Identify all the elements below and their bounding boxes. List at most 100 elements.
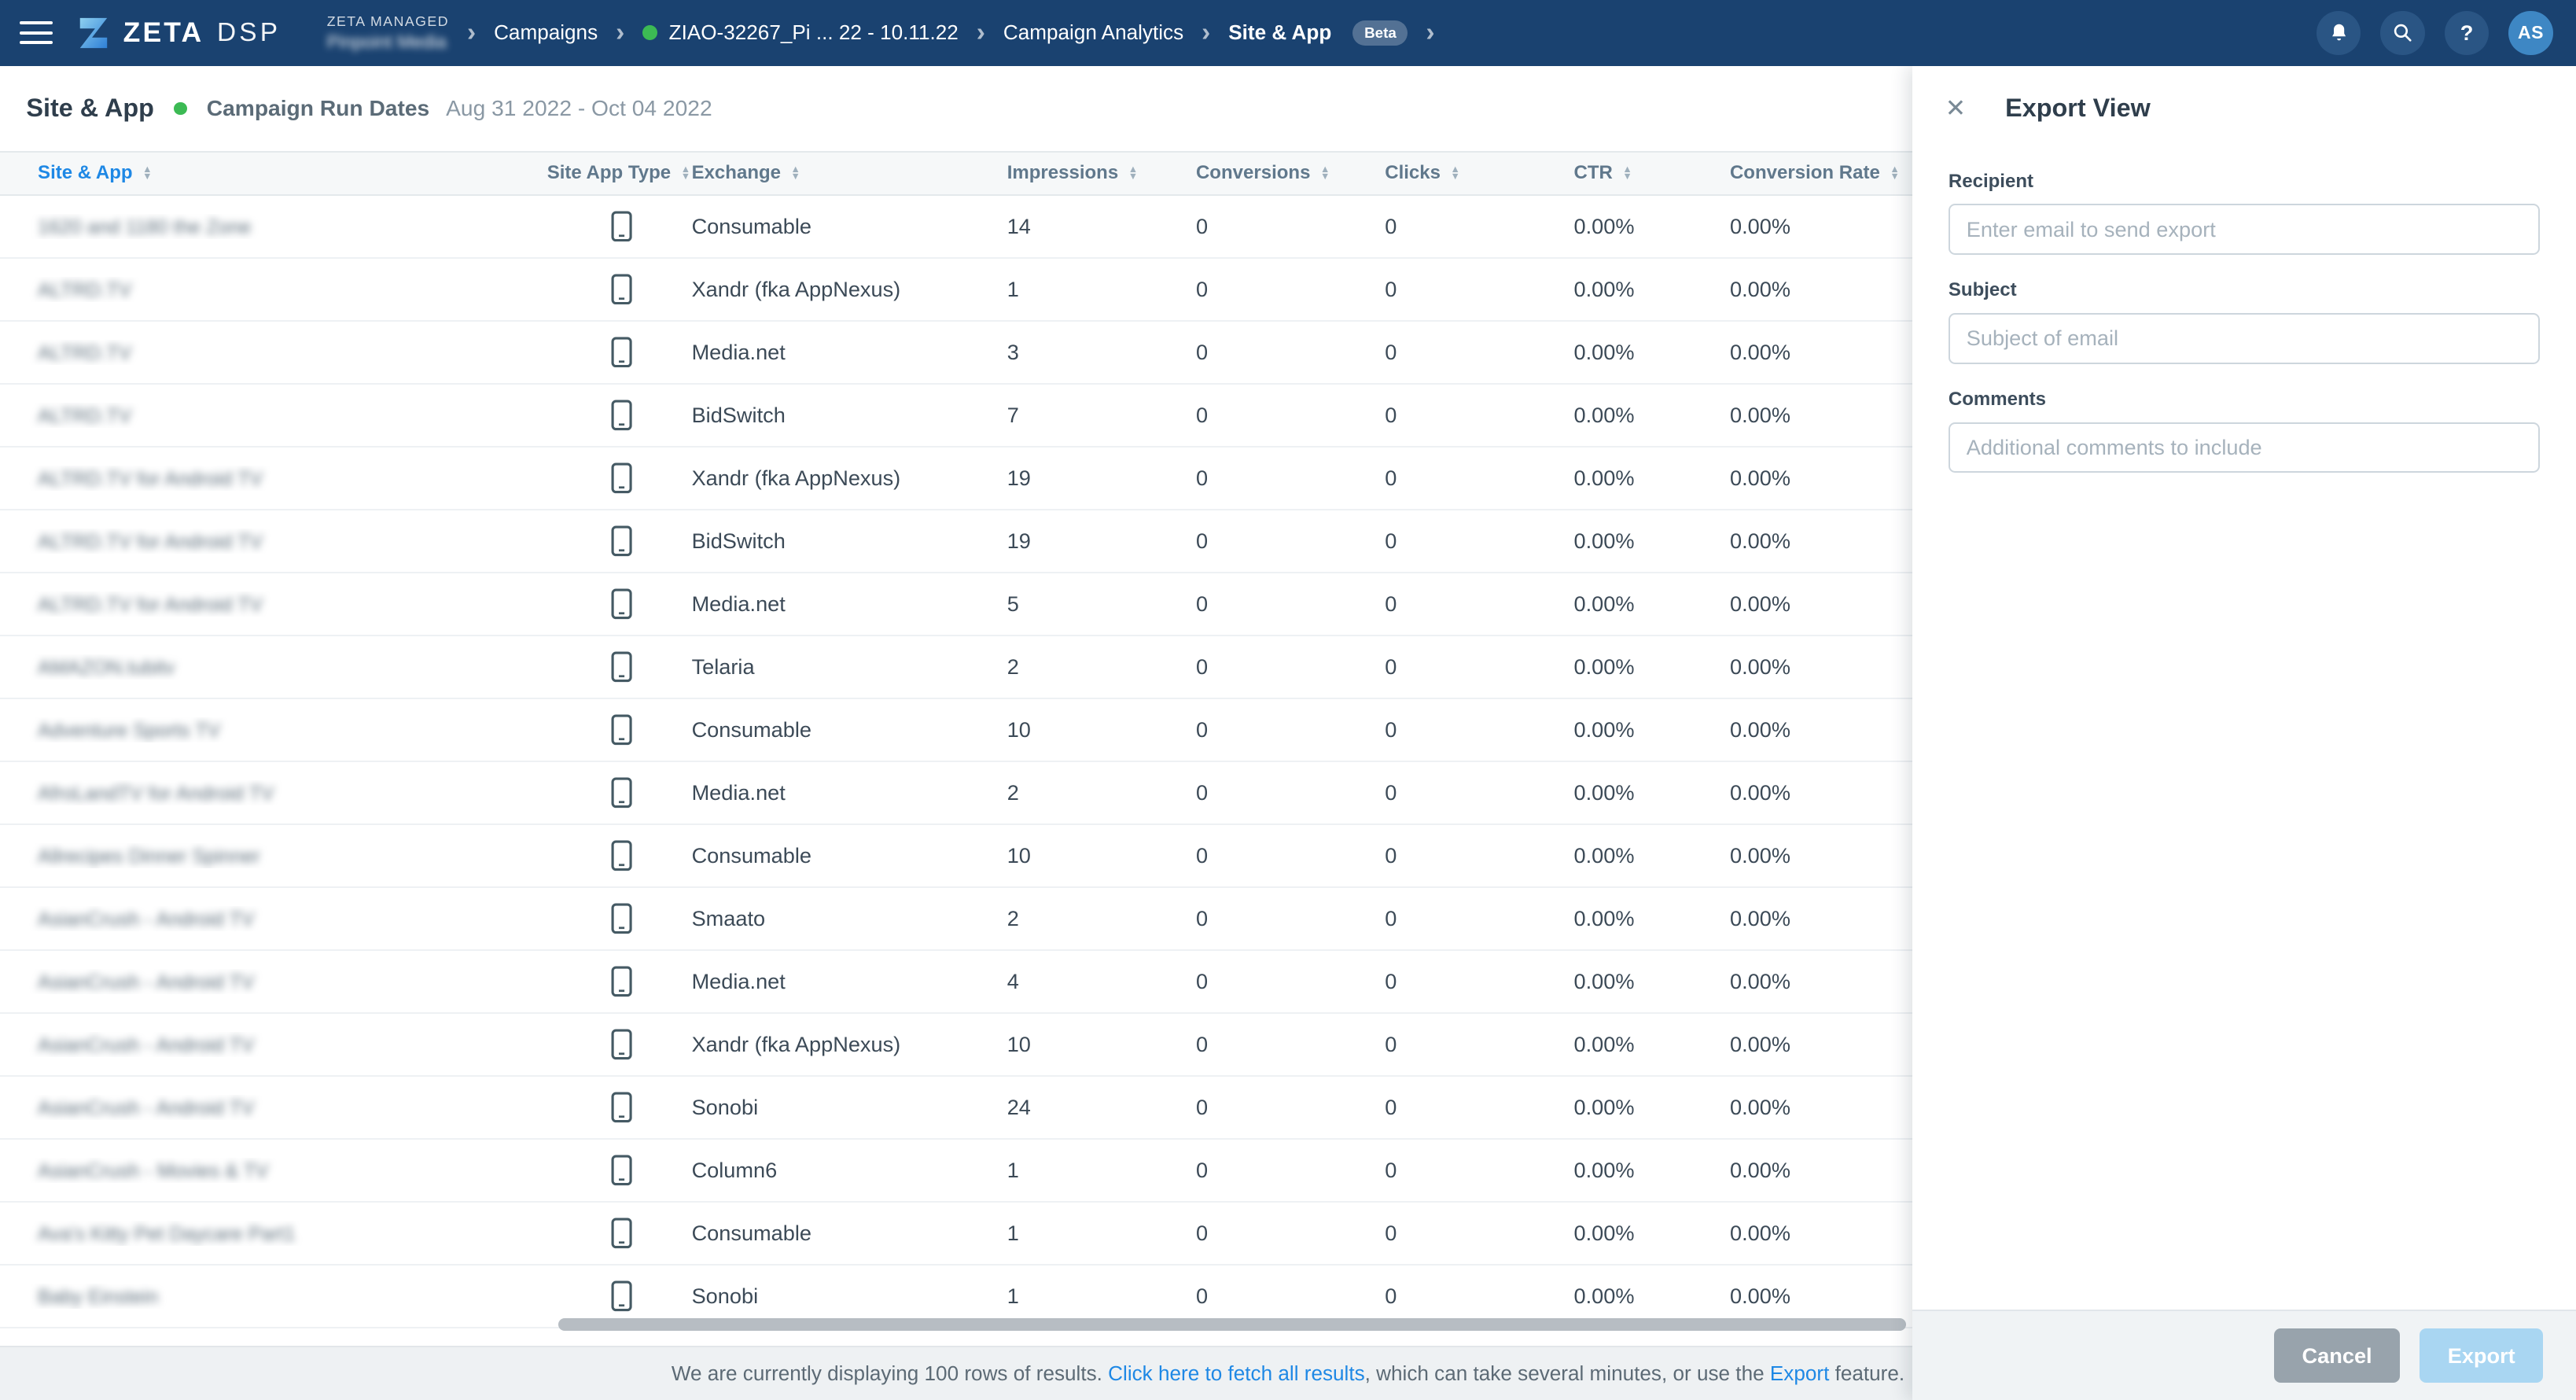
export-link[interactable]: Export (1770, 1361, 1829, 1386)
site-app-type-cell (510, 714, 654, 746)
export-view-panel: Export View Recipient Subject Comments C… (1912, 66, 2576, 1400)
status-text-suffix: feature. (1829, 1361, 1904, 1386)
campaign-name: ZIAO-32267_Pi ... 22 - 10.11.22 (669, 20, 959, 45)
brand-name: ZETA (123, 17, 204, 49)
breadcrumb-org[interactable]: ZETA MANAGED Pinpoint Media (327, 13, 449, 53)
fetch-all-results-link[interactable]: Click here to fetch all results (1108, 1361, 1365, 1386)
site-name-redacted: AsianCrush - Android TV (38, 1034, 254, 1056)
ctr-cell: 0.00% (1536, 717, 1691, 742)
ctr-cell: 0.00% (1536, 1158, 1691, 1183)
exchange-cell: Media.net (654, 969, 970, 994)
ctr-cell: 0.00% (1536, 214, 1691, 239)
exchange-cell: Telaria (654, 654, 970, 680)
help-button[interactable] (2445, 11, 2489, 55)
site-name-cell: ALTRD.TV for Android TV (0, 529, 510, 554)
sort-arrows-icon (1451, 166, 1460, 181)
question-icon (2460, 20, 2474, 46)
mobile-device-icon (611, 274, 632, 305)
column-header-impressions[interactable]: Impressions (970, 162, 1158, 184)
horizontal-scrollbar-thumb[interactable] (558, 1318, 1905, 1332)
site-name-redacted: AsianCrush - Android TV (38, 908, 254, 930)
site-name-redacted: ALTRD.TV (38, 405, 131, 427)
mobile-device-icon (611, 462, 632, 494)
impressions-cell: 14 (970, 214, 1158, 239)
site-name-cell: AfroLandTV for Android TV (0, 780, 510, 805)
site-app-type-cell (510, 337, 654, 368)
exchange-cell: Media.net (654, 780, 970, 805)
user-avatar[interactable]: AS (2508, 11, 2552, 55)
breadcrumb-site-and-app[interactable]: Site & App Beta (1228, 20, 1408, 46)
conversions-cell: 0 (1158, 1095, 1347, 1120)
site-name-cell: ALTRD.TV (0, 277, 510, 302)
ctr-cell: 0.00% (1536, 466, 1691, 491)
breadcrumb-campaigns[interactable]: Campaigns (494, 20, 598, 45)
impressions-cell: 10 (970, 843, 1158, 868)
zeta-dsp-logo[interactable]: ZETA DSP (75, 15, 281, 51)
impressions-cell: 1 (970, 277, 1158, 302)
breadcrumb-campaign-analytics[interactable]: Campaign Analytics (1003, 20, 1183, 45)
clicks-cell: 0 (1347, 529, 1536, 554)
mobile-device-icon (611, 588, 632, 620)
site-name-redacted: ALTRD.TV for Android TV (38, 468, 263, 490)
conversions-cell: 0 (1158, 1158, 1347, 1183)
status-text-middle: , which can take several minutes, or use… (1365, 1361, 1770, 1386)
exchange-cell: Xandr (fka AppNexus) (654, 466, 970, 491)
recipient-input[interactable] (1949, 204, 2540, 255)
clicks-cell: 0 (1347, 403, 1536, 428)
search-button[interactable] (2380, 11, 2424, 55)
mobile-device-icon (611, 400, 632, 431)
subject-input[interactable] (1949, 313, 2540, 364)
close-icon[interactable] (1945, 96, 1966, 120)
clicks-cell: 0 (1347, 277, 1536, 302)
column-header-site-app[interactable]: Site & App (0, 162, 510, 184)
exchange-cell: Consumable (654, 1221, 970, 1246)
export-button[interactable]: Export (2420, 1328, 2543, 1383)
mobile-device-icon (611, 1155, 632, 1186)
site-name-redacted: AsianCrush - Movies & TV (38, 1160, 268, 1182)
site-name-redacted: ALTRD.TV (38, 279, 131, 301)
page-title: Site & App (26, 94, 153, 123)
site-name-redacted: Ava's Kitty Pet Daycare Part1 (38, 1223, 296, 1245)
ctr-cell: 0.00% (1536, 529, 1691, 554)
breadcrumb-campaign[interactable]: ZIAO-32267_Pi ... 22 - 10.11.22 (642, 20, 959, 45)
ctr-cell: 0.00% (1536, 654, 1691, 680)
cancel-button[interactable]: Cancel (2274, 1328, 2400, 1383)
clicks-cell: 0 (1347, 654, 1536, 680)
sort-arrows-icon (1890, 166, 1899, 181)
column-header-conversions[interactable]: Conversions (1158, 162, 1347, 184)
impressions-cell: 7 (970, 403, 1158, 428)
site-name-redacted: AMAZON.tubitv (38, 657, 175, 679)
conversions-cell: 0 (1158, 843, 1347, 868)
column-header-site-app-type[interactable]: Site App Type (510, 162, 654, 184)
notifications-button[interactable] (2317, 11, 2361, 55)
clicks-cell: 0 (1347, 214, 1536, 239)
hamburger-menu-icon[interactable] (20, 15, 53, 51)
run-dates-value: Aug 31 2022 - Oct 04 2022 (446, 95, 712, 121)
export-panel-header: Export View (1912, 66, 2576, 136)
site-name-cell: AsianCrush - Movies & TV (0, 1158, 510, 1183)
site-app-type-cell (510, 840, 654, 871)
exchange-cell: Sonobi (654, 1095, 970, 1120)
clicks-cell: 0 (1347, 340, 1536, 365)
site-app-type-cell (510, 274, 654, 305)
site-app-type-cell (510, 588, 654, 620)
mobile-device-icon (611, 1029, 632, 1060)
ctr-cell: 0.00% (1536, 1032, 1691, 1057)
breadcrumb-chevron-icon (1426, 20, 1434, 46)
conversions-cell: 0 (1158, 654, 1347, 680)
column-header-exchange[interactable]: Exchange (654, 162, 970, 184)
comments-input[interactable] (1949, 422, 2540, 473)
mobile-device-icon (611, 211, 632, 242)
site-name-redacted: Allrecipes Dinner Spinner (38, 846, 260, 868)
mobile-device-icon (611, 1092, 632, 1123)
ctr-cell: 0.00% (1536, 403, 1691, 428)
site-name-redacted: Baby Einstein (38, 1286, 158, 1308)
sort-arrows-icon (791, 166, 800, 181)
conversions-cell: 0 (1158, 1221, 1347, 1246)
column-header-ctr[interactable]: CTR (1536, 162, 1691, 184)
column-header-clicks[interactable]: Clicks (1347, 162, 1536, 184)
nav-actions: AS (2317, 11, 2553, 55)
export-panel-footer: Cancel Export (1912, 1310, 2576, 1400)
ctr-cell: 0.00% (1536, 277, 1691, 302)
site-name-cell: ALTRD.TV (0, 340, 510, 365)
